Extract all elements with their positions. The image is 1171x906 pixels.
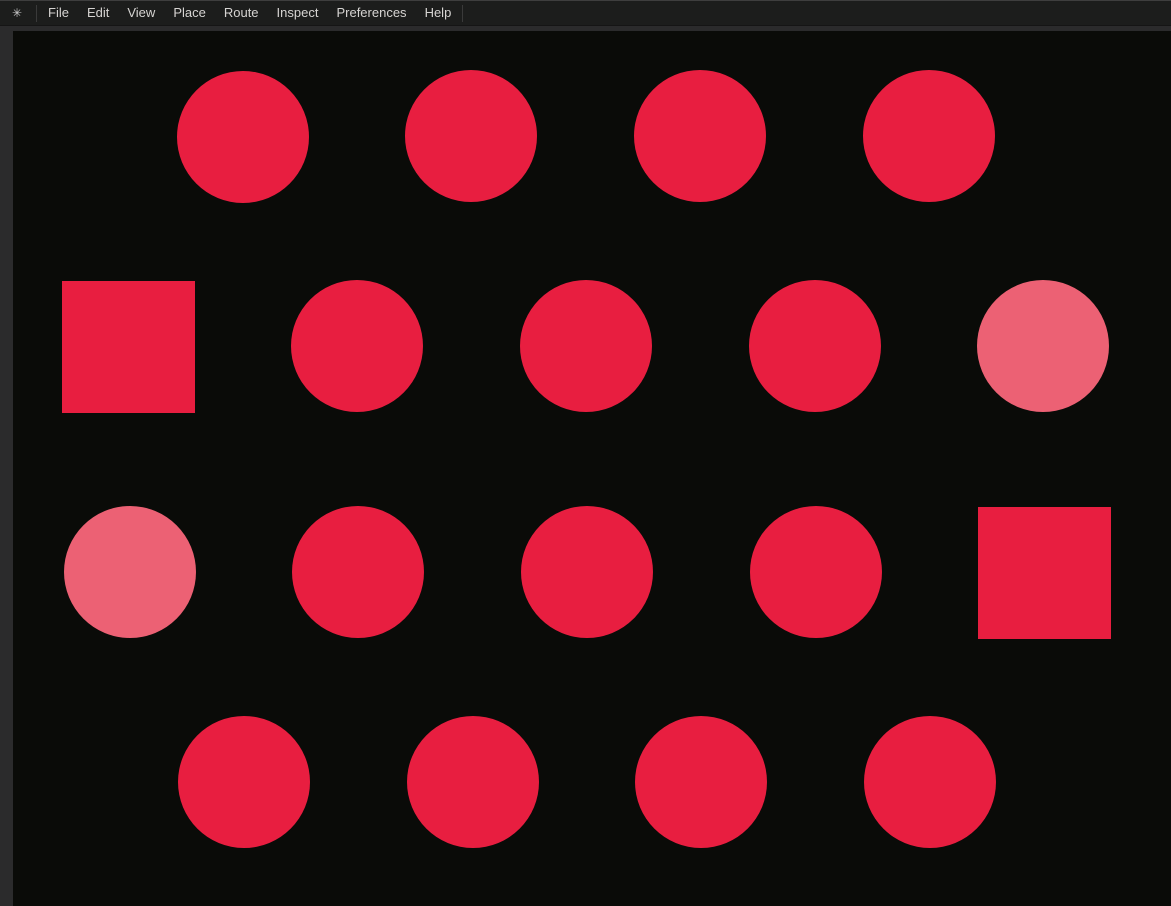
pad-circle[interactable] [750,506,882,638]
pad-circle[interactable] [634,70,766,202]
menu-route[interactable]: Route [215,1,268,25]
pad-circle[interactable] [291,280,423,412]
menu-separator [36,5,37,22]
menu-preferences[interactable]: Preferences [327,1,415,25]
pad-circle[interactable] [64,506,196,638]
pad-circle[interactable] [863,70,995,202]
menu-inspect[interactable]: Inspect [268,1,328,25]
menu-separator [462,5,463,22]
pad-circle[interactable] [635,716,767,848]
asterisk-icon: ✳ [0,7,34,19]
pad-circle[interactable] [977,280,1109,412]
app-window: ✳ File Edit View Place Route Inspect Pre… [0,0,1171,906]
pad-circle[interactable] [177,71,309,203]
menu-bar: ✳ File Edit View Place Route Inspect Pre… [0,0,1171,26]
pad-circle[interactable] [521,506,653,638]
pad-circle[interactable] [292,506,424,638]
menu-help[interactable]: Help [416,1,461,25]
pad-square[interactable] [62,281,195,413]
board-canvas[interactable] [13,31,1171,906]
pad-circle[interactable] [407,716,539,848]
pad-circle[interactable] [520,280,652,412]
menu-edit[interactable]: Edit [78,1,118,25]
workspace-frame [0,26,1171,906]
pad-square[interactable] [978,507,1111,639]
menu-place[interactable]: Place [164,1,215,25]
menu-view[interactable]: View [118,1,164,25]
pad-circle[interactable] [864,716,996,848]
pad-circle[interactable] [178,716,310,848]
menu-file[interactable]: File [39,1,78,25]
pad-circle[interactable] [749,280,881,412]
pad-circle[interactable] [405,70,537,202]
